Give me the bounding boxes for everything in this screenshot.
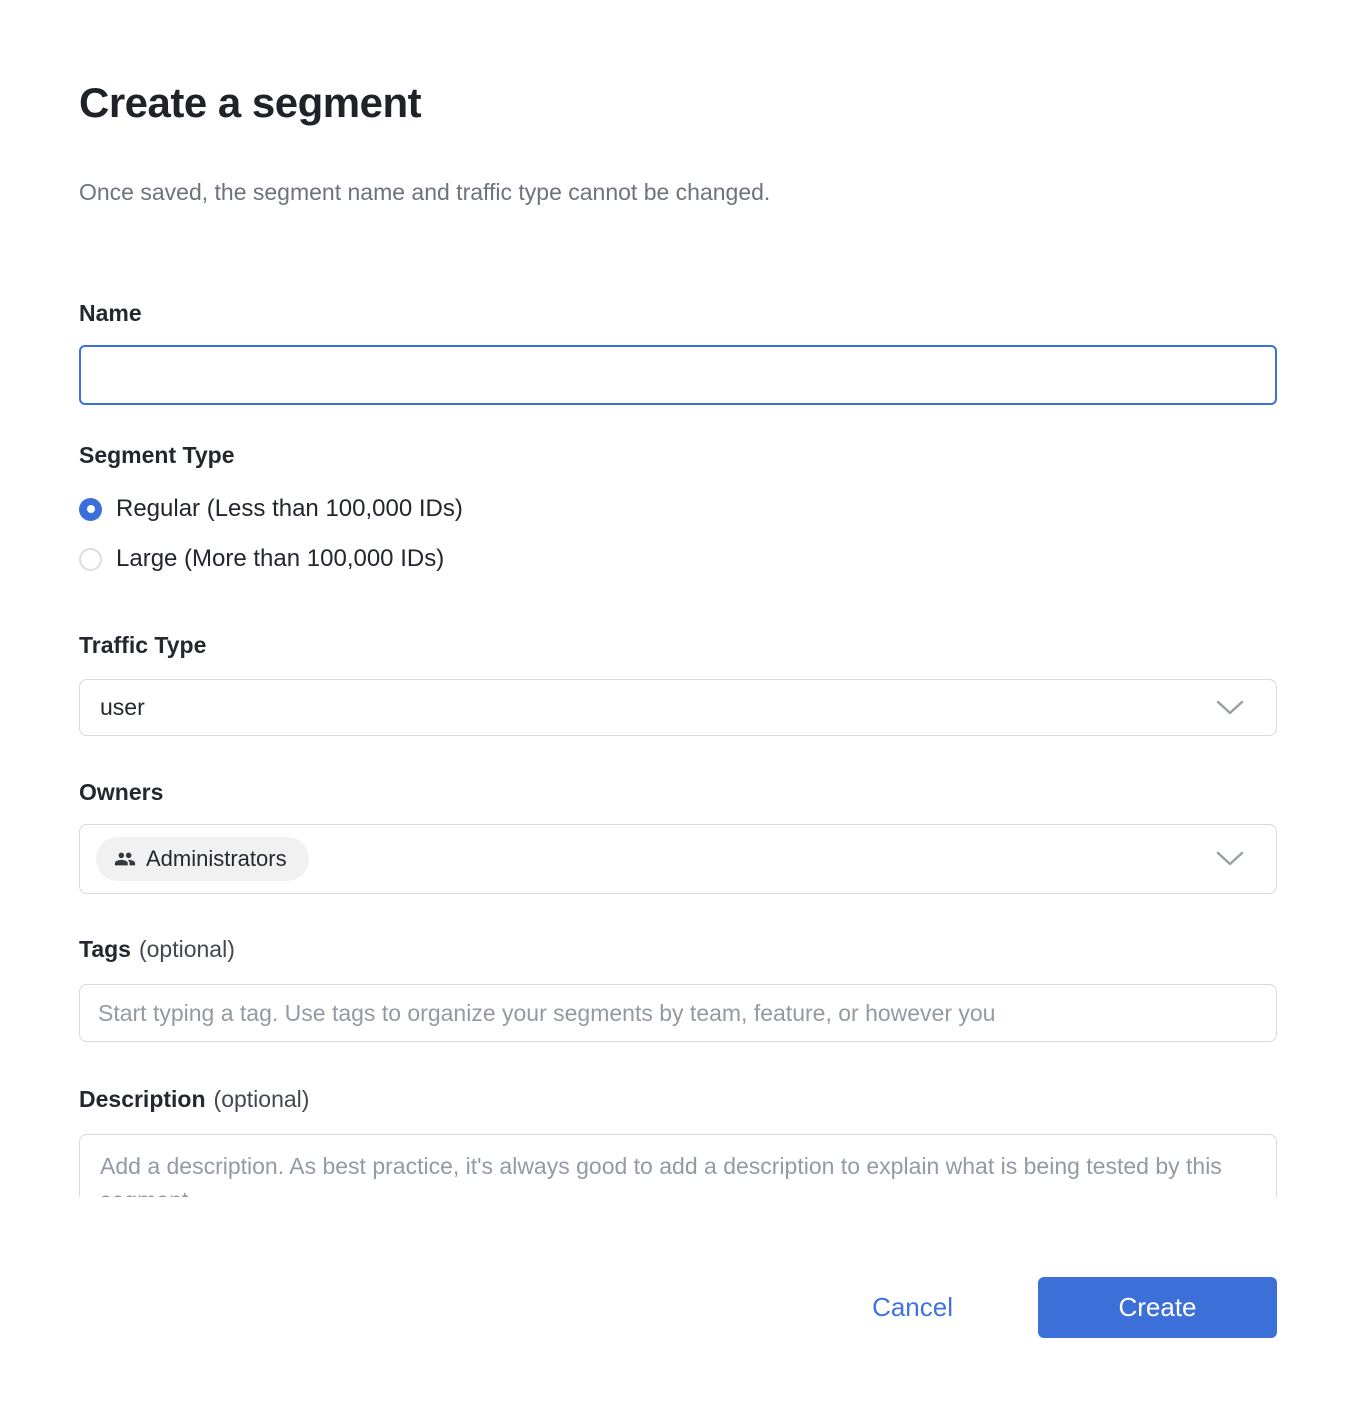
tags-optional-text: (optional) bbox=[139, 936, 235, 962]
chevron-down-icon bbox=[1216, 851, 1244, 867]
tags-label-text: Tags bbox=[79, 936, 131, 962]
description-textarea-clip bbox=[79, 1134, 1277, 1197]
traffic-type-value: user bbox=[100, 694, 1216, 721]
create-segment-dialog: Create a segment Once saved, the segment… bbox=[0, 0, 1354, 1410]
people-icon bbox=[114, 848, 136, 870]
segment-type-label: Segment Type bbox=[79, 442, 1277, 469]
tags-label: Tags (optional) bbox=[79, 936, 1277, 963]
traffic-type-label: Traffic Type bbox=[79, 632, 1277, 659]
owners-label: Owners bbox=[79, 779, 1277, 806]
radio-option-large[interactable]: Large (More than 100,000 IDs) bbox=[79, 537, 1277, 581]
owner-chip-administrators[interactable]: Administrators bbox=[96, 837, 309, 881]
radio-option-label: Regular (Less than 100,000 IDs) bbox=[116, 495, 463, 523]
description-optional-text: (optional) bbox=[214, 1086, 310, 1112]
cancel-button[interactable]: Cancel bbox=[872, 1292, 953, 1323]
page-title: Create a segment bbox=[79, 78, 1277, 128]
tags-input[interactable] bbox=[79, 984, 1277, 1042]
description-label-text: Description bbox=[79, 1086, 206, 1112]
radio-selected-icon[interactable] bbox=[79, 498, 102, 521]
description-label: Description (optional) bbox=[79, 1086, 1277, 1113]
radio-option-regular[interactable]: Regular (Less than 100,000 IDs) bbox=[79, 487, 1277, 531]
radio-unselected-icon[interactable] bbox=[79, 548, 102, 571]
description-textarea[interactable] bbox=[79, 1134, 1277, 1197]
segment-type-radio-group: Regular (Less than 100,000 IDs) Large (M… bbox=[79, 487, 1277, 581]
dialog-subtitle: Once saved, the segment name and traffic… bbox=[79, 178, 1277, 206]
chevron-down-icon bbox=[1216, 700, 1244, 716]
name-label: Name bbox=[79, 300, 1277, 327]
name-input[interactable] bbox=[79, 345, 1277, 405]
dialog-footer: Cancel Create bbox=[79, 1277, 1277, 1338]
owner-chip-label: Administrators bbox=[146, 846, 287, 872]
owners-select[interactable]: Administrators bbox=[79, 824, 1277, 894]
create-button[interactable]: Create bbox=[1038, 1277, 1277, 1338]
traffic-type-select[interactable]: user bbox=[79, 679, 1277, 736]
radio-option-label: Large (More than 100,000 IDs) bbox=[116, 545, 444, 573]
